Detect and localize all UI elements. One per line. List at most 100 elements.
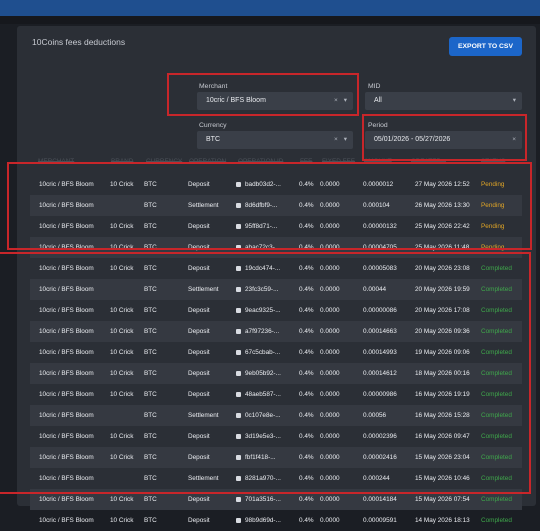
table-row[interactable]: 10cric / BFS Bloom 10 Crick BTC Deposit abac… — [30, 237, 522, 258]
fee-cell: 0.4% — [299, 475, 314, 482]
copy-icon[interactable] — [236, 182, 241, 187]
created-cell: 20 May 2026 23:08 — [415, 265, 470, 272]
mid-select[interactable]: All ▾ — [365, 92, 522, 110]
operation-id-cell[interactable]: 9eac9325-... — [236, 300, 281, 321]
period-picker[interactable]: 05/01/2026 - 05/27/2026 × — [365, 131, 522, 149]
col-fee[interactable]: FEE — [300, 158, 312, 165]
operation-id-cell[interactable]: 3d19e5e3-... — [236, 426, 281, 447]
copy-icon[interactable] — [236, 266, 241, 271]
col-merchant[interactable]: MERCHANT — [38, 158, 74, 165]
operation-cell: Deposit — [188, 181, 210, 188]
created-cell: 15 May 2026 10:46 — [415, 475, 470, 482]
copy-icon[interactable] — [236, 350, 241, 355]
table-row[interactable]: 10cric / BFS Bloom 10 Crick BTC Deposit 98b9… — [30, 510, 522, 531]
operation-id-cell[interactable]: 8d6dfbf9-... — [236, 195, 277, 216]
operation-id-cell[interactable]: abac72c3-... — [236, 237, 280, 258]
chevron-down-icon[interactable]: ▾ — [344, 136, 347, 143]
export-csv-button[interactable]: EXPORT TO CSV — [449, 37, 522, 56]
chevron-down-icon[interactable]: ▾ — [513, 97, 516, 104]
table-row[interactable]: 10cric / BFS Bloom 10 Crick BTC Deposit 9eac… — [30, 300, 522, 321]
operation-id-cell[interactable]: a7f97236-... — [236, 321, 279, 342]
amount-cell: 0.00014663 — [363, 328, 397, 335]
col-currency[interactable]: CURRENCY — [146, 158, 182, 165]
clear-icon[interactable]: × — [334, 97, 338, 104]
merchant-cell: 10cric / BFS Bloom — [39, 433, 94, 440]
status-cell: Completed — [481, 517, 512, 524]
copy-icon[interactable] — [236, 392, 241, 397]
table-row[interactable]: 10cric / BFS Bloom 10 Crick BTC Deposit 67c5… — [30, 342, 522, 363]
operation-id-cell[interactable]: 701a3516-... — [236, 489, 281, 510]
copy-icon[interactable] — [236, 518, 241, 523]
operation-id-cell[interactable]: 95ff8d71-... — [236, 216, 277, 237]
copy-icon[interactable] — [236, 413, 241, 418]
table-row[interactable]: 10cric / BFS Bloom BTC Settlement 8d6dfbf9-… — [30, 195, 522, 216]
col-operation-id[interactable]: OPERATION ID — [238, 158, 283, 165]
table-row[interactable]: 10cric / BFS Bloom BTC Settlement 23fc3c59-… — [30, 279, 522, 300]
amount-cell: 0.00014184 — [363, 496, 397, 503]
table-row[interactable]: 10cric / BFS Bloom 10 Crick BTC Deposit a7f9… — [30, 321, 522, 342]
amount-cell: 0.00000132 — [363, 223, 397, 230]
table-row[interactable]: 10cric / BFS Bloom BTC Settlement 0c107e8e-… — [30, 405, 522, 426]
table-row[interactable]: 10cric / BFS Bloom 10 Crick BTC Deposit 48ae… — [30, 384, 522, 405]
currency-select[interactable]: BTC × ▾ — [197, 131, 353, 149]
copy-icon[interactable] — [236, 371, 241, 376]
merchant-select[interactable]: 10cric / BFS Bloom × ▾ — [197, 92, 353, 110]
table-row[interactable]: 10cric / BFS Bloom 10 Crick BTC Deposit badb… — [30, 174, 522, 195]
copy-icon[interactable] — [236, 476, 241, 481]
copy-icon[interactable] — [236, 203, 241, 208]
fees-table-body: 10cric / BFS Bloom 10 Crick BTC Deposit badb… — [30, 174, 522, 531]
merchant-cell: 10cric / BFS Bloom — [39, 223, 94, 230]
clear-icon[interactable]: × — [334, 136, 338, 143]
amount-cell: 0.00009591 — [363, 517, 397, 524]
clear-icon[interactable]: × — [512, 136, 516, 143]
table-row[interactable]: 10cric / BFS Bloom 10 Crick BTC Deposit 701a… — [30, 489, 522, 510]
copy-icon[interactable] — [236, 308, 241, 313]
operation-id-cell[interactable]: badb03d2-... — [236, 174, 281, 195]
operation-id-text: abac72c3-... — [245, 244, 281, 251]
operation-id-cell[interactable]: 23fc3c59-... — [236, 279, 278, 300]
table-row[interactable]: 10cric / BFS Bloom BTC Settlement 8281a970-… — [30, 468, 522, 489]
table-row[interactable]: 10cric / BFS Bloom 10 Crick BTC Deposit 19cd… — [30, 258, 522, 279]
operation-id-cell[interactable]: 48aeb587-... — [236, 384, 281, 405]
status-cell: Completed — [481, 349, 512, 356]
operation-id-cell[interactable]: 0c107e8e-... — [236, 405, 281, 426]
operation-cell: Deposit — [188, 223, 210, 230]
col-amount[interactable]: AMOUNT — [364, 158, 392, 165]
table-row[interactable]: 10cric / BFS Bloom 10 Crick BTC Deposit 3d19… — [30, 426, 522, 447]
operation-id-cell[interactable]: 98b9d69d-... — [236, 510, 281, 531]
col-created[interactable]: CREATED ↓ — [411, 158, 446, 165]
copy-icon[interactable] — [236, 224, 241, 229]
copy-icon[interactable] — [236, 287, 241, 292]
operation-id-cell[interactable]: fbf1f418-... — [236, 447, 276, 468]
col-fixed-fee[interactable]: FIXED FEE — [322, 158, 355, 165]
fee-cell: 0.4% — [299, 202, 314, 209]
table-row[interactable]: 10cric / BFS Bloom 10 Crick BTC Deposit 9eb0… — [30, 363, 522, 384]
operation-id-cell[interactable]: 8281a970-... — [236, 468, 281, 489]
col-brand[interactable]: BRAND — [111, 158, 133, 165]
operation-cell: Deposit — [188, 496, 210, 503]
operation-id-text: badb03d2-... — [245, 181, 281, 188]
copy-icon[interactable] — [236, 497, 241, 502]
created-cell: 18 May 2026 00:16 — [415, 370, 470, 377]
operation-id-cell[interactable]: 67c5cbab-... — [236, 342, 280, 363]
created-cell: 20 May 2026 17:08 — [415, 307, 470, 314]
merchant-cell: 10cric / BFS Bloom — [39, 454, 94, 461]
amount-cell: 0.00005083 — [363, 265, 397, 272]
col-operation[interactable]: OPERATION — [189, 158, 226, 165]
copy-icon[interactable] — [236, 434, 241, 439]
currency-cell: BTC — [144, 265, 157, 272]
operation-id-cell[interactable]: 19cdc474-... — [236, 258, 280, 279]
operation-id-cell[interactable]: 9eb05b92-... — [236, 363, 281, 384]
table-row[interactable]: 10cric / BFS Bloom 10 Crick BTC Deposit 95ff… — [30, 216, 522, 237]
chevron-down-icon[interactable]: ▾ — [344, 97, 347, 104]
table-row[interactable]: 10cric / BFS Bloom 10 Crick BTC Deposit fbf1… — [30, 447, 522, 468]
copy-icon[interactable] — [236, 455, 241, 460]
operation-cell: Deposit — [188, 370, 210, 377]
created-cell: 14 May 2026 18:13 — [415, 517, 470, 524]
col-status[interactable]: STATUS — [481, 158, 505, 165]
created-cell: 15 May 2026 23:04 — [415, 454, 470, 461]
copy-icon[interactable] — [236, 245, 241, 250]
operation-cell: Deposit — [188, 391, 210, 398]
currency-label: Currency — [199, 122, 227, 129]
copy-icon[interactable] — [236, 329, 241, 334]
